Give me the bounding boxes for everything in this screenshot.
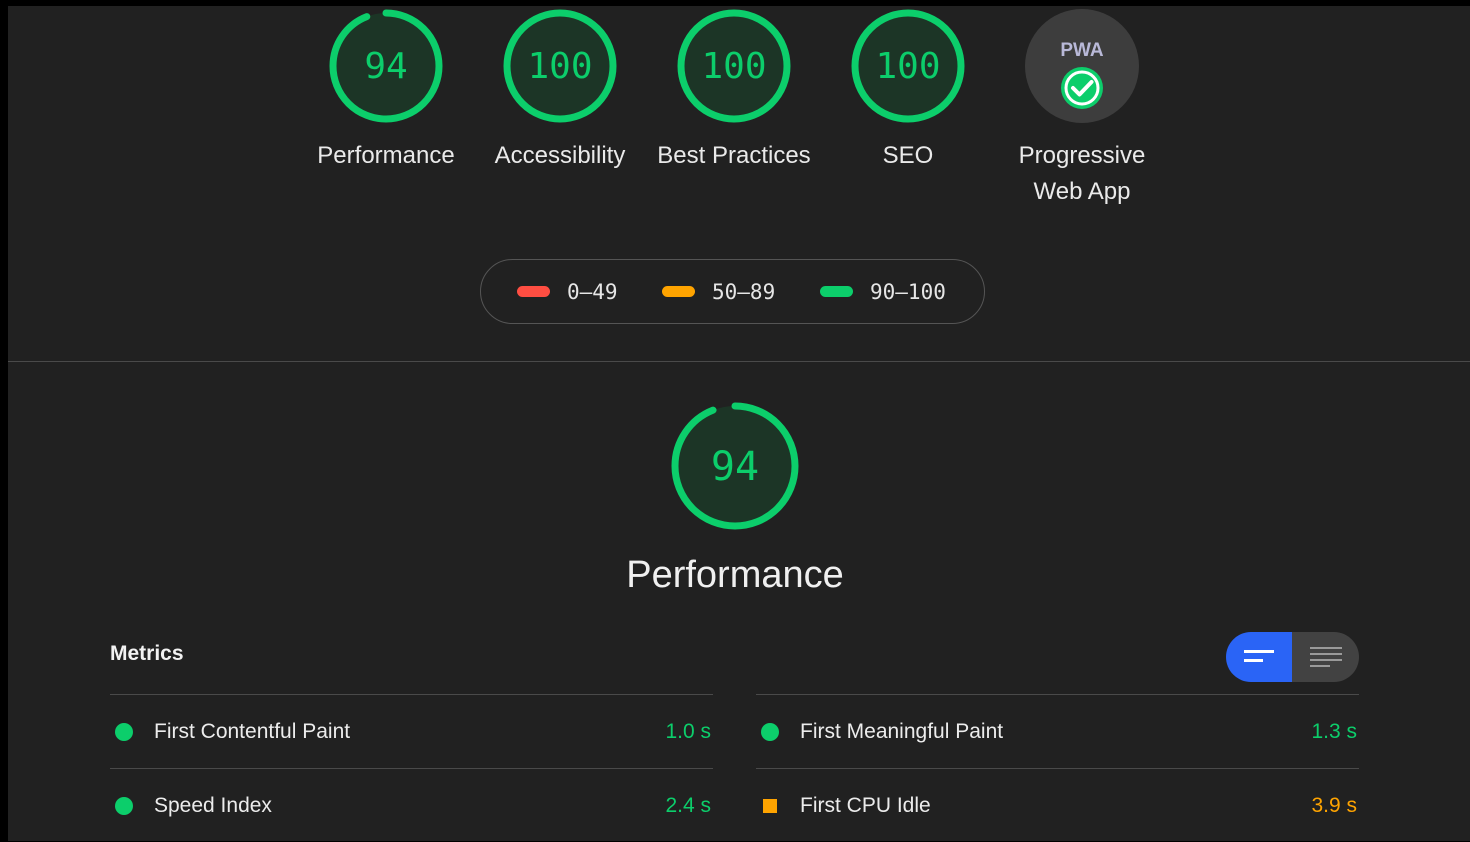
gauge-pwa-label: Progressive Web App [1018, 142, 1146, 205]
performance-score: 94 [711, 444, 759, 490]
gauge-performance-ring: 94 [329, 9, 443, 123]
metric-label: Speed Index [154, 793, 272, 817]
average-square-icon [763, 798, 777, 813]
gauge-best-practices-score: 100 [701, 46, 766, 87]
gauge-accessibility-label: Accessibility [494, 142, 626, 169]
metric-row[interactable]: First Meaningful Paint 1.3 s [756, 694, 1359, 768]
legend-average-range: 50–89 [712, 279, 776, 304]
legend-average-swatch [662, 286, 695, 297]
metric-label: First CPU Idle [800, 793, 931, 817]
gauge-pwa[interactable]: PWA Progressive Web App [997, 6, 1167, 210]
performance-heading: Performance [626, 554, 844, 596]
check-badge-icon [1061, 67, 1103, 109]
list-detail-icon [1309, 647, 1342, 667]
gauge-seo-ring: 100 [851, 9, 965, 123]
gauge-seo-score: 100 [875, 46, 940, 87]
metrics-view-toggle [1226, 632, 1359, 682]
gauge-accessibility-ring: 100 [503, 9, 617, 123]
gauge-performance-label: Performance [317, 142, 455, 169]
legend-fail-swatch [517, 286, 550, 297]
score-scale-legend: 0–49 50–89 90–100 [480, 259, 985, 324]
metric-row[interactable]: Speed Index 2.4 s [110, 768, 713, 842]
metrics-heading: Metrics [110, 642, 184, 665]
pwa-badge: PWA [1025, 9, 1139, 123]
score-gauges: 94 Performance 100 Accessibility 100 Bes… [8, 6, 1470, 236]
gauge-best-practices[interactable]: 100 Best Practices [649, 6, 819, 174]
legend-fail: 0–49 [517, 260, 618, 323]
metrics-column-right: First Meaningful Paint 1.3 s First CPU I… [756, 694, 1359, 842]
metric-row[interactable]: First CPU Idle 3.9 s [756, 768, 1359, 842]
legend-average: 50–89 [662, 260, 775, 323]
pass-circle-icon [115, 796, 133, 815]
metric-value: 3.9 s [1311, 793, 1357, 817]
metric-value: 1.0 s [665, 719, 711, 743]
summary-view-button[interactable] [1226, 632, 1292, 682]
performance-gauge: 94 [671, 402, 799, 530]
metrics-column-left: First Contentful Paint 1.0 s Speed Index… [110, 694, 713, 842]
gauge-accessibility[interactable]: 100 Accessibility [475, 6, 645, 174]
pwa-logo-text: PWA [1060, 40, 1104, 61]
gauge-accessibility-score: 100 [527, 46, 592, 87]
section-divider [8, 361, 1470, 362]
metric-label: First Meaningful Paint [800, 719, 1004, 743]
legend-pass: 90–100 [820, 260, 946, 323]
gauge-seo[interactable]: 100 SEO [823, 6, 993, 174]
gauge-best-practices-ring: 100 [677, 9, 791, 123]
pass-circle-icon [115, 722, 133, 741]
metric-row[interactable]: First Contentful Paint 1.0 s [110, 694, 713, 768]
metric-label: First Contentful Paint [154, 719, 351, 743]
gauge-best-practices-label: Best Practices [657, 142, 811, 169]
legend-fail-range: 0–49 [567, 279, 618, 304]
gauge-performance-score: 94 [364, 46, 407, 87]
gauge-performance[interactable]: 94 Performance [301, 6, 471, 174]
gauge-seo-label: SEO [882, 142, 934, 169]
metric-value: 2.4 s [665, 793, 711, 817]
metric-value: 1.3 s [1311, 719, 1357, 743]
legend-pass-range: 90–100 [870, 279, 946, 304]
pass-circle-icon [761, 722, 779, 741]
lighthouse-report: 94 Performance 100 Accessibility 100 Bes… [8, 6, 1470, 841]
list-summary-icon [1244, 650, 1274, 662]
legend-pass-swatch [820, 286, 853, 297]
detail-view-button[interactable] [1292, 632, 1359, 682]
